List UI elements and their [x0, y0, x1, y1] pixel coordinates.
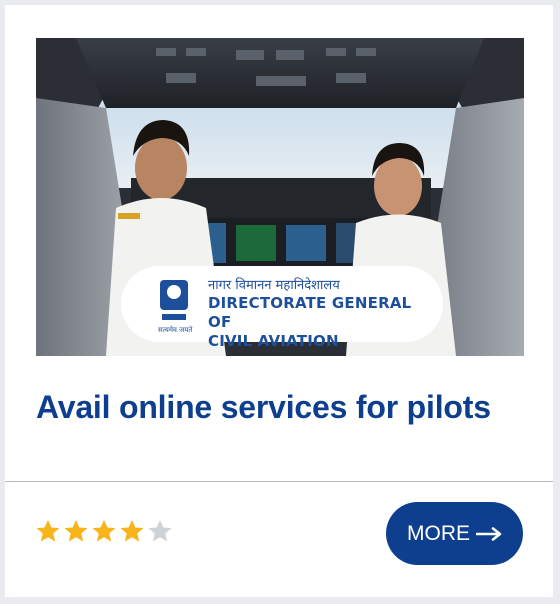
dgca-hindi-text: नागर विमानन महानिदेशालय [208, 278, 340, 293]
star-filled-icon [64, 520, 88, 542]
star-filled-icon [36, 520, 60, 542]
dgca-logo-text: नागर विमानन महानिदेशालय DIRECTORATE GENE… [208, 278, 438, 351]
card-title: Avail online services for pilots [36, 389, 491, 425]
star-empty-icon [148, 520, 172, 542]
star-filled-icon [92, 520, 116, 542]
card-divider [5, 481, 553, 482]
service-card: नागर विमानन महानिदेशालय DIRECTORATE GENE… [5, 5, 553, 597]
star-filled-icon [120, 520, 144, 542]
dgca-line-1: DIRECTORATE GENERAL OF [208, 294, 412, 331]
dgca-line-2: CIVIL AVIATION [208, 332, 339, 350]
emblem-caption: सत्यमेव जयते [158, 326, 193, 334]
star-rating [35, 515, 173, 547]
more-button-label: MORE [407, 521, 470, 545]
arrow-right-icon [476, 526, 502, 541]
more-button[interactable]: MORE [386, 502, 523, 565]
ashoka-emblem-icon [160, 280, 188, 320]
pilots-cockpit-image: नागर विमानन महानिदेशालय DIRECTORATE GENE… [36, 38, 524, 356]
